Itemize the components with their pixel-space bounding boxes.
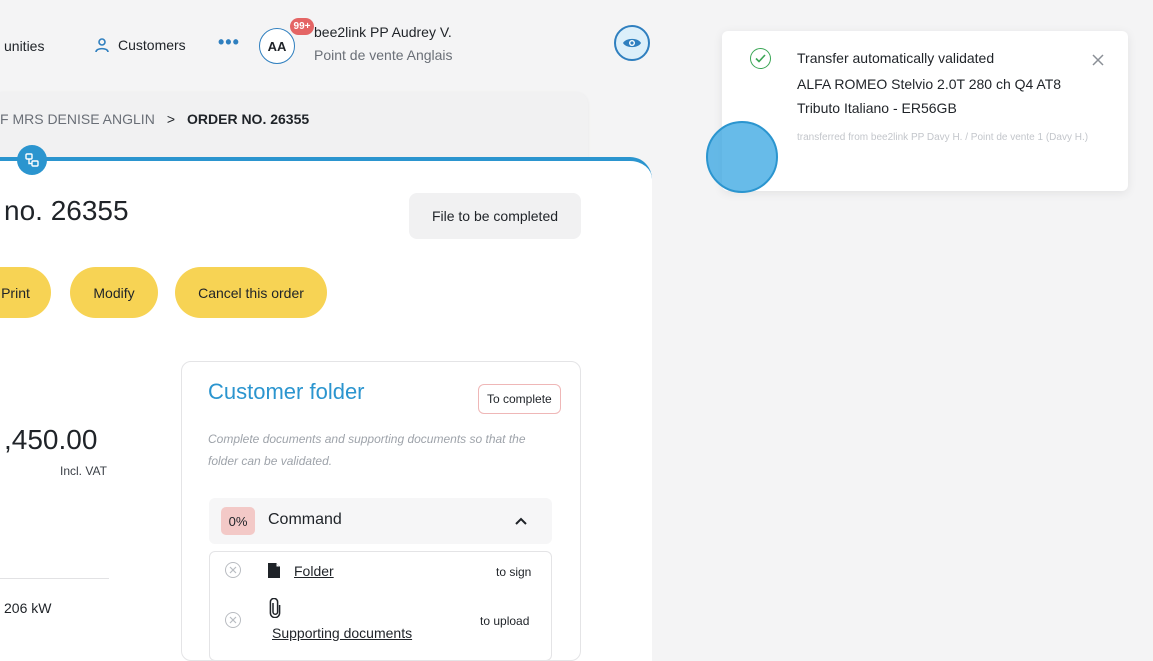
status-x-icon bbox=[225, 612, 241, 628]
nav-customers[interactable]: Customers bbox=[94, 37, 186, 53]
price-vat-note: Incl. VAT bbox=[60, 464, 107, 478]
workflow-icon[interactable] bbox=[17, 145, 47, 175]
breadcrumb-separator: > bbox=[166, 111, 175, 127]
notification-badge[interactable]: 99+ bbox=[290, 18, 314, 35]
divider bbox=[0, 578, 109, 579]
print-button[interactable]: Print bbox=[0, 267, 51, 318]
to-upload-tag: to upload bbox=[480, 614, 530, 628]
toast-meta: transferred from bee2link PP Davy H. / P… bbox=[797, 132, 1089, 143]
status-badge: File to be completed bbox=[409, 193, 581, 239]
page-title: no. 26355 bbox=[4, 195, 129, 226]
eye-icon bbox=[623, 38, 641, 48]
to-complete-badge: To complete bbox=[478, 384, 561, 414]
nav-opportunities[interactable]: unities bbox=[4, 38, 44, 54]
folder-document-link[interactable]: Folder bbox=[294, 563, 334, 579]
customer-folder-description: Complete documents and supporting docume… bbox=[208, 432, 526, 468]
preview-toggle-button[interactable] bbox=[614, 25, 650, 61]
to-sign-tag: to sign bbox=[496, 565, 532, 579]
top-navigation: unities Customers ••• AA 99+ bee2link PP… bbox=[0, 0, 690, 92]
document-icon bbox=[268, 563, 280, 578]
vehicle-power: 206 kW bbox=[4, 600, 52, 616]
breadcrumb-current: ORDER NO. 26355 bbox=[187, 111, 310, 127]
command-section-label: Command bbox=[268, 511, 342, 528]
user-icon bbox=[95, 38, 109, 53]
toast-trim: Tributo Italiano - ER56GB bbox=[797, 100, 957, 116]
toast-vehicle: ALFA ROMEO Stelvio 2.0T 280 ch Q4 AT8 bbox=[797, 76, 1062, 92]
nav-customers-label: Customers bbox=[118, 37, 186, 53]
customer-folder-title: Customer folder bbox=[208, 379, 365, 404]
chevron-up-icon[interactable] bbox=[514, 514, 528, 528]
breadcrumb-customer[interactable]: F MRS DENISE ANGLIN bbox=[0, 111, 155, 127]
paperclip-icon bbox=[269, 598, 281, 618]
cursor-indicator bbox=[706, 121, 778, 193]
user-store: Point de vente Anglais bbox=[314, 47, 453, 63]
check-circle-icon bbox=[750, 48, 771, 69]
command-section-header[interactable] bbox=[209, 498, 552, 544]
user-name[interactable]: bee2link PP Audrey V. bbox=[314, 24, 452, 40]
cancel-order-button[interactable]: Cancel this order bbox=[175, 267, 327, 318]
close-icon[interactable] bbox=[1090, 52, 1106, 68]
breadcrumb: F MRS DENISE ANGLIN > ORDER NO. 26355 bbox=[0, 111, 309, 127]
order-price: ,450.00 bbox=[4, 424, 98, 455]
toast-title: Transfer automatically validated bbox=[797, 50, 995, 66]
supporting-documents-link[interactable]: Supporting documents bbox=[272, 625, 412, 641]
modify-button[interactable]: Modify bbox=[70, 267, 158, 318]
avatar[interactable]: AA bbox=[259, 28, 295, 64]
breadcrumb-bar bbox=[0, 92, 588, 162]
more-menu-icon[interactable]: ••• bbox=[218, 32, 240, 53]
network-icon bbox=[25, 153, 39, 167]
completion-percent-badge: 0% bbox=[221, 507, 255, 535]
status-x-icon bbox=[225, 562, 241, 578]
